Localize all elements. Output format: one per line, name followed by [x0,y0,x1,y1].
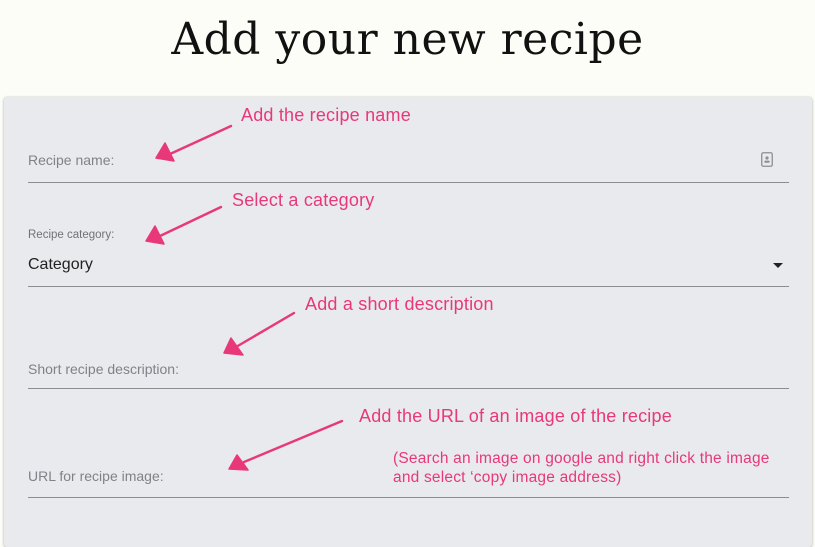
annotation-image-url-subhint: (Search an image on google and right cli… [393,450,770,486]
annotation-image-url: Add the URL of an image of the recipe [359,406,672,426]
caret-down-icon [773,263,783,268]
recipe-name-field[interactable]: Recipe name: [28,134,789,183]
contact-card-icon[interactable] [761,152,773,167]
annotation-description: Add a short description [305,294,494,314]
recipe-description-field[interactable]: Short recipe description: [28,337,789,389]
recipe-category-select[interactable]: Recipe category: Category [28,217,789,287]
annotation-category: Select a category [232,190,375,210]
page-title: Add your new recipe [171,14,644,65]
recipe-category-value: Category [28,256,93,273]
recipe-name-input[interactable] [28,150,728,170]
recipe-description-input[interactable] [28,356,728,376]
annotation-recipe-name: Add the recipe name [241,105,411,125]
recipe-category-label: Recipe category: [28,229,115,241]
